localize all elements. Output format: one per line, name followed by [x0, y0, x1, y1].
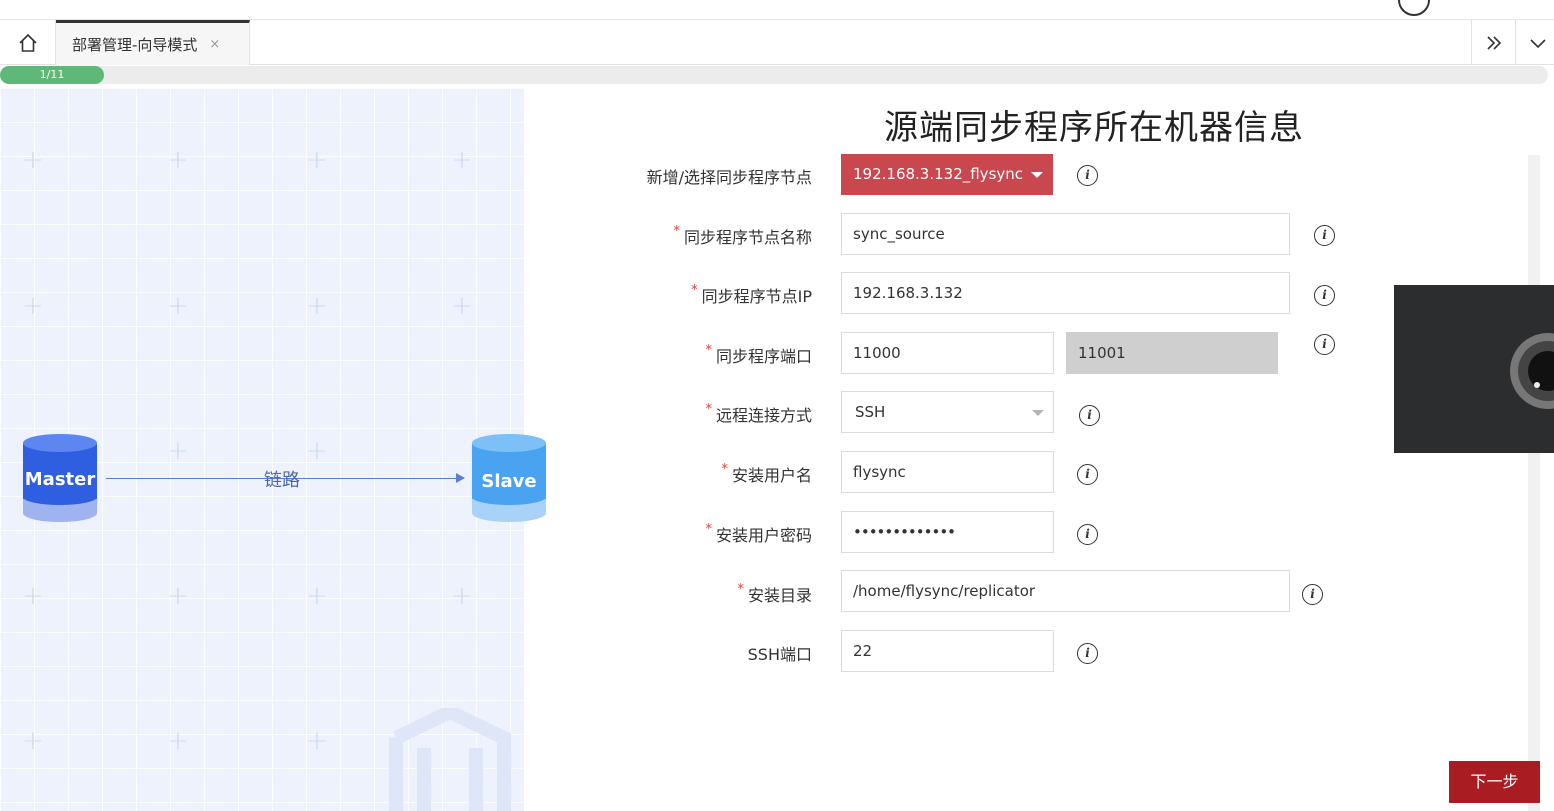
node-port-secondary-input: 11001: [1066, 332, 1278, 374]
node-select-dropdown[interactable]: 192.168.3.132_flysync: [841, 154, 1053, 195]
tab-scroll-right-button[interactable]: [1471, 20, 1515, 65]
slave-database-node[interactable]: Slave: [471, 433, 547, 523]
label-text: 远程连接方式: [715, 406, 812, 425]
grid-plus-icon: +: [167, 145, 189, 175]
grid-plus-icon: +: [167, 291, 189, 321]
watermark-logo-icon: [389, 708, 511, 811]
node-ip-input[interactable]: 192.168.3.132: [841, 272, 1290, 314]
grid-plus-icon: +: [306, 726, 328, 756]
info-icon[interactable]: i: [1077, 464, 1098, 485]
chevron-down-icon: [1529, 38, 1546, 48]
link-arrow-icon: [456, 473, 465, 483]
install-password-label: * 安装用户密码: [705, 522, 812, 546]
required-mark: *: [721, 462, 728, 477]
tab-bar: 部署管理-向导模式 ×: [0, 20, 1554, 65]
label-text: 新增/选择同步程序节点: [646, 168, 812, 187]
grid-plus-icon: +: [451, 581, 473, 611]
grid-plus-icon: +: [167, 436, 189, 466]
required-mark: *: [705, 402, 712, 417]
home-icon: [18, 33, 37, 52]
required-mark: *: [705, 522, 712, 537]
required-mark: *: [705, 343, 712, 358]
form-scrollbar[interactable]: [1528, 155, 1540, 811]
info-icon[interactable]: i: [1314, 285, 1335, 306]
page-title: 源端同步程序所在机器信息: [884, 108, 1304, 148]
tab-label: 部署管理-向导模式: [72, 35, 198, 54]
install-user-label: * 安装用户名: [721, 462, 812, 486]
install-password-input[interactable]: •••••••••••••: [841, 511, 1054, 553]
required-mark: *: [691, 283, 698, 298]
tab-deploy-wizard[interactable]: 部署管理-向导模式 ×: [56, 20, 250, 65]
grid-plus-icon: +: [306, 436, 328, 466]
info-icon[interactable]: i: [1314, 334, 1335, 355]
info-icon[interactable]: i: [1077, 643, 1098, 664]
grid-plus-icon: +: [306, 581, 328, 611]
user-avatar-icon[interactable]: [1398, 0, 1430, 16]
node-name-label: * 同步程序节点名称: [673, 224, 812, 248]
grid-plus-icon: +: [167, 581, 189, 611]
grid-plus-icon: +: [22, 145, 44, 175]
label-text: 同步程序节点名称: [683, 228, 812, 247]
label-text: 同步程序端口: [715, 347, 812, 366]
double-chevron-right-icon: [1486, 35, 1501, 50]
label-text: 同步程序节点IP: [701, 287, 812, 306]
node-port-input[interactable]: 11000: [841, 332, 1054, 374]
caret-down-icon: [1031, 172, 1043, 178]
install-user-input[interactable]: flysync: [841, 451, 1054, 493]
master-label: Master: [24, 469, 96, 490]
caret-down-icon: [1032, 410, 1044, 416]
grid-plus-icon: +: [306, 145, 328, 175]
grid-plus-icon: +: [22, 291, 44, 321]
info-icon[interactable]: i: [1079, 405, 1100, 426]
topology-diagram: + + + + + + + + + + + + + + + + + Master…: [0, 88, 546, 811]
label-text: 安装用户密码: [715, 526, 812, 545]
tab-menu-button[interactable]: [1515, 20, 1554, 65]
grid-plus-icon: +: [22, 581, 44, 611]
master-database-node[interactable]: Master: [22, 433, 98, 523]
grid-plus-icon: +: [167, 726, 189, 756]
node-select-value: 192.168.3.132_flysync: [853, 165, 1024, 183]
label-text: 安装用户名: [731, 466, 812, 485]
remote-method-select[interactable]: SSH: [841, 391, 1054, 433]
ssh-port-input[interactable]: 22: [841, 630, 1054, 672]
wizard-progress-bar: 1/11: [0, 66, 1548, 84]
grid-plus-icon: +: [22, 726, 44, 756]
grid-plus-icon: +: [451, 145, 473, 175]
required-mark: *: [673, 224, 680, 239]
remote-method-label: * 远程连接方式: [705, 402, 812, 426]
label-text: SSH端口: [747, 645, 812, 664]
floating-camera-panel[interactable]: [1394, 285, 1554, 453]
progress-fill: 1/11: [0, 66, 104, 84]
node-select-label: 新增/选择同步程序节点: [647, 164, 812, 188]
node-port-label: * 同步程序端口: [705, 343, 812, 367]
install-dir-input[interactable]: /home/flysync/replicator: [841, 570, 1290, 612]
info-icon[interactable]: i: [1314, 225, 1335, 246]
install-dir-label: * 安装目录: [737, 582, 812, 606]
info-icon[interactable]: i: [1302, 584, 1323, 605]
slave-label: Slave: [481, 471, 537, 492]
required-mark: *: [737, 582, 744, 597]
label-text: 安装目录: [747, 586, 812, 605]
info-icon[interactable]: i: [1077, 524, 1098, 545]
grid-plus-icon: +: [306, 291, 328, 321]
grid-plus-icon: +: [451, 291, 473, 321]
node-ip-label: * 同步程序节点IP: [691, 283, 812, 307]
info-icon[interactable]: i: [1077, 165, 1098, 186]
next-step-button[interactable]: 下一步: [1449, 761, 1540, 803]
home-button[interactable]: [0, 20, 56, 65]
node-name-input[interactable]: sync_source: [841, 213, 1290, 255]
link-label: 链路: [264, 470, 300, 491]
remote-method-value: SSH: [855, 403, 886, 421]
ssh-port-label: SSH端口: [748, 641, 812, 665]
tab-close-icon[interactable]: ×: [209, 37, 220, 52]
camera-lens-icon: [1510, 333, 1554, 409]
top-strip: [0, 0, 1554, 20]
